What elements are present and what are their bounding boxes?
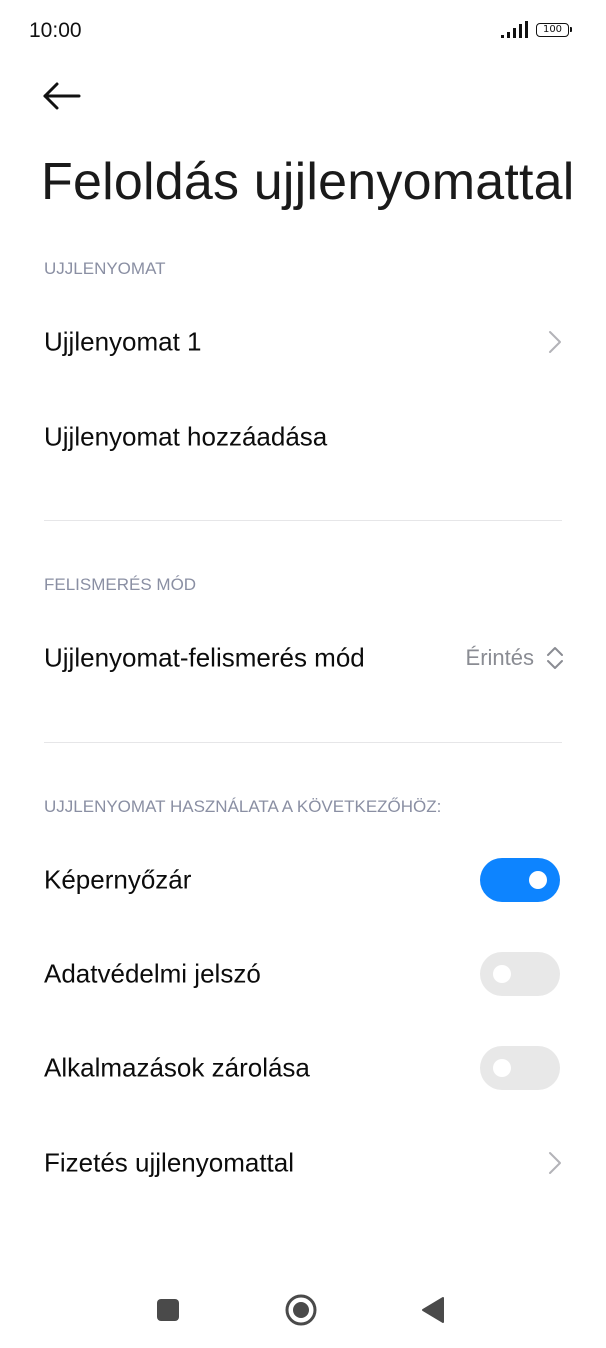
triangle-back-icon (422, 1297, 444, 1323)
add-fingerprint-label: Ujjlenyomat hozzáadása (44, 421, 328, 452)
square-icon (157, 1299, 179, 1321)
toggle-knob (493, 965, 511, 983)
signal-bars-icon (501, 21, 528, 38)
fingerprint-payment-item[interactable]: Fizetés ujjlenyomattal (0, 1123, 606, 1203)
recents-button[interactable] (148, 1290, 188, 1330)
app-lock-label: Alkalmazások zárolása (44, 1052, 310, 1083)
divider (44, 742, 562, 743)
screen-lock-item[interactable]: Képernyőzár (0, 840, 606, 920)
privacy-password-item[interactable]: Adatvédelmi jelszó (0, 934, 606, 1014)
app-lock-item[interactable]: Alkalmazások zárolása (0, 1028, 606, 1108)
screen-lock-toggle[interactable] (480, 858, 560, 902)
privacy-password-label: Adatvédelmi jelszó (44, 958, 261, 989)
toggle-knob (529, 871, 547, 889)
chevron-right-icon (549, 331, 561, 353)
back-button[interactable] (38, 74, 86, 118)
section-header-fingerprint: UJJLENYOMAT (44, 259, 166, 278)
navigation-bar (0, 1270, 606, 1348)
fingerprint-payment-label: Fizetés ujjlenyomattal (44, 1147, 294, 1178)
screen-lock-label: Képernyőzár (44, 864, 192, 895)
fingerprint-1-item[interactable]: Ujjlenyomat 1 (0, 302, 606, 382)
chevron-right-icon (549, 1152, 561, 1174)
recognition-mode-value: Érintés (465, 645, 534, 670)
toggle-knob (493, 1059, 511, 1077)
fingerprint-1-label: Ujjlenyomat 1 (44, 326, 202, 357)
section-header-recognition: FELISMERÉS MÓD (44, 575, 197, 594)
home-button[interactable] (281, 1290, 321, 1330)
recognition-mode-item[interactable]: Ujjlenyomat-felismerés mód Érintés (0, 618, 606, 698)
page-title: Feloldás ujjlenyomattal (41, 153, 575, 211)
status-time: 10:00 (29, 19, 82, 42)
status-bar: 10:00 100 (0, 0, 606, 62)
divider (44, 520, 562, 521)
privacy-password-toggle[interactable] (480, 952, 560, 996)
back-nav-button[interactable] (414, 1290, 454, 1330)
add-fingerprint-item[interactable]: Ujjlenyomat hozzáadása (0, 397, 606, 477)
recognition-mode-label: Ujjlenyomat-felismerés mód (44, 642, 365, 673)
circle-home-icon (285, 1294, 317, 1326)
app-lock-toggle[interactable] (480, 1046, 560, 1090)
section-header-usage: UJJLENYOMAT HASZNÁLATA A KÖVETKEZŐHÖZ: (44, 797, 442, 816)
arrow-left-icon (43, 82, 81, 110)
chevron-up-down-icon (547, 647, 563, 669)
battery-icon: 100 (536, 23, 572, 37)
